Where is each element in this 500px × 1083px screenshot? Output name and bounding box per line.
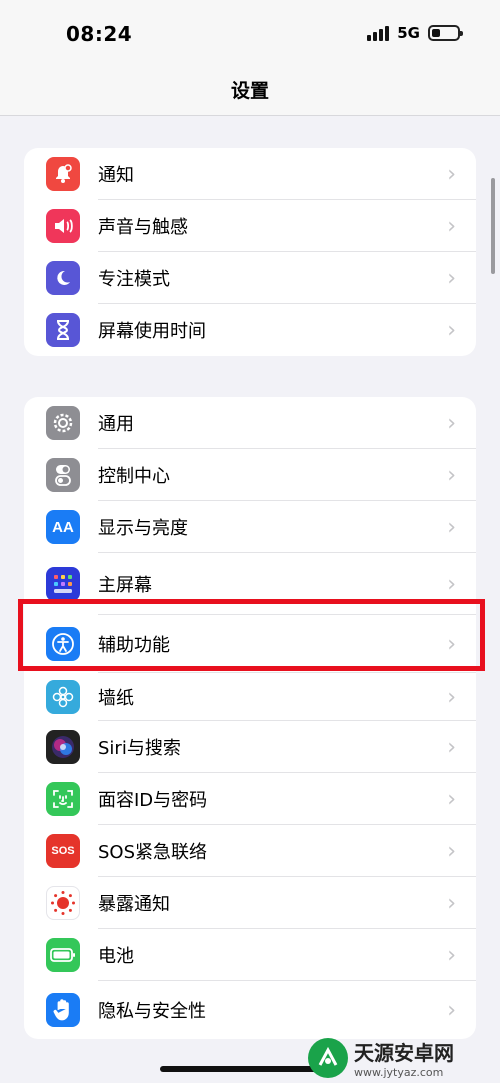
row-notifications[interactable]: 通知 ›: [24, 148, 476, 200]
icon-text: AA: [52, 518, 74, 536]
row-control-center[interactable]: 控制中心 ›: [24, 449, 476, 501]
row-focus[interactable]: 专注模式 ›: [24, 252, 476, 304]
toggle-icon: [46, 458, 80, 492]
row-label: 电池: [98, 946, 134, 967]
row-label: 面容ID与密码: [98, 790, 208, 811]
chevron-right-icon: ›: [447, 890, 456, 916]
hourglass-icon: [46, 313, 80, 347]
watermark-logo-icon: [308, 1038, 348, 1078]
chevron-right-icon: ›: [447, 684, 456, 710]
row-wallpaper[interactable]: 墙纸 ›: [24, 673, 476, 721]
icon-text: SOS: [51, 845, 75, 857]
chevron-right-icon: ›: [447, 514, 456, 540]
row-sos[interactable]: SOS SOS紧急联络 ›: [24, 825, 476, 877]
chevron-right-icon: ›: [447, 997, 456, 1023]
watermark-text: 天源安卓网 www.jytyaz.com: [354, 1037, 454, 1079]
watermark-name: 天源安卓网: [354, 1041, 454, 1065]
speaker-icon: [46, 209, 80, 243]
highlight-box: [18, 599, 485, 671]
row-label: Siri与搜索: [98, 738, 181, 759]
signal-icon: [367, 25, 390, 41]
row-label: 暴露通知: [98, 894, 170, 915]
status-indicators: 5G: [367, 24, 463, 42]
row-label: 通用: [98, 414, 134, 435]
chevron-right-icon: ›: [447, 571, 456, 597]
row-battery[interactable]: 电池 ›: [24, 929, 476, 981]
row-display[interactable]: AA 显示与亮度 ›: [24, 501, 476, 553]
page-title: 设置: [230, 80, 269, 102]
navigation-bar: 08:24 5G 设置: [0, 0, 500, 116]
row-label: 隐私与安全性: [98, 1001, 206, 1022]
row-label: 声音与触感: [98, 217, 188, 238]
settings-group-2: 通用 › 控制中心 › AA 显示与亮度 › 主屏幕 › 辅助功能 › 墙纸 ›…: [24, 397, 476, 1039]
chevron-right-icon: ›: [447, 161, 456, 187]
row-sounds[interactable]: 声音与触感 ›: [24, 200, 476, 252]
chevron-right-icon: ›: [447, 462, 456, 488]
face-id-icon: [46, 782, 80, 816]
row-siri[interactable]: Siri与搜索 ›: [24, 721, 476, 773]
row-label: 通知: [98, 165, 134, 186]
row-label: 主屏幕: [98, 575, 152, 596]
battery-icon: [46, 938, 80, 972]
status-time: 08:24: [66, 22, 133, 46]
chevron-right-icon: ›: [447, 942, 456, 968]
exposure-icon: [46, 886, 80, 920]
row-label: 显示与亮度: [98, 518, 188, 539]
battery-icon: [428, 25, 463, 41]
row-screen-time[interactable]: 屏幕使用时间 ›: [24, 304, 476, 356]
chevron-right-icon: ›: [447, 213, 456, 239]
gear-icon: [46, 406, 80, 440]
moon-icon: [46, 261, 80, 295]
text-size-icon: AA: [46, 510, 80, 544]
settings-group-1: 通知 › 声音与触感 › 专注模式 › 屏幕使用时间 ›: [24, 148, 476, 356]
row-label: 屏幕使用时间: [98, 321, 206, 342]
row-label: 墙纸: [98, 688, 134, 709]
watermark-url: www.jytyaz.com: [354, 1066, 444, 1079]
row-label: 专注模式: [98, 269, 170, 290]
row-general[interactable]: 通用 ›: [24, 397, 476, 449]
chevron-right-icon: ›: [447, 734, 456, 760]
siri-icon: [46, 730, 80, 764]
row-privacy[interactable]: 隐私与安全性 ›: [24, 981, 476, 1039]
battery-level: [432, 29, 441, 37]
flower-icon: [46, 680, 80, 714]
network-type: 5G: [397, 24, 420, 42]
app-grid-icon: [46, 567, 80, 601]
chevron-right-icon: ›: [447, 838, 456, 864]
scrollbar[interactable]: [491, 178, 495, 274]
chevron-right-icon: ›: [447, 786, 456, 812]
row-face-id[interactable]: 面容ID与密码 ›: [24, 773, 476, 825]
row-label: SOS紧急联络: [98, 842, 208, 863]
row-exposure[interactable]: 暴露通知 ›: [24, 877, 476, 929]
watermark: 天源安卓网 www.jytyaz.com: [300, 1033, 500, 1083]
hand-icon: [46, 993, 80, 1027]
sos-icon: SOS: [46, 834, 80, 868]
chevron-right-icon: ›: [447, 410, 456, 436]
bell-icon: [46, 157, 80, 191]
chevron-right-icon: ›: [447, 265, 456, 291]
chevron-right-icon: ›: [447, 317, 456, 343]
row-label: 控制中心: [98, 466, 170, 487]
